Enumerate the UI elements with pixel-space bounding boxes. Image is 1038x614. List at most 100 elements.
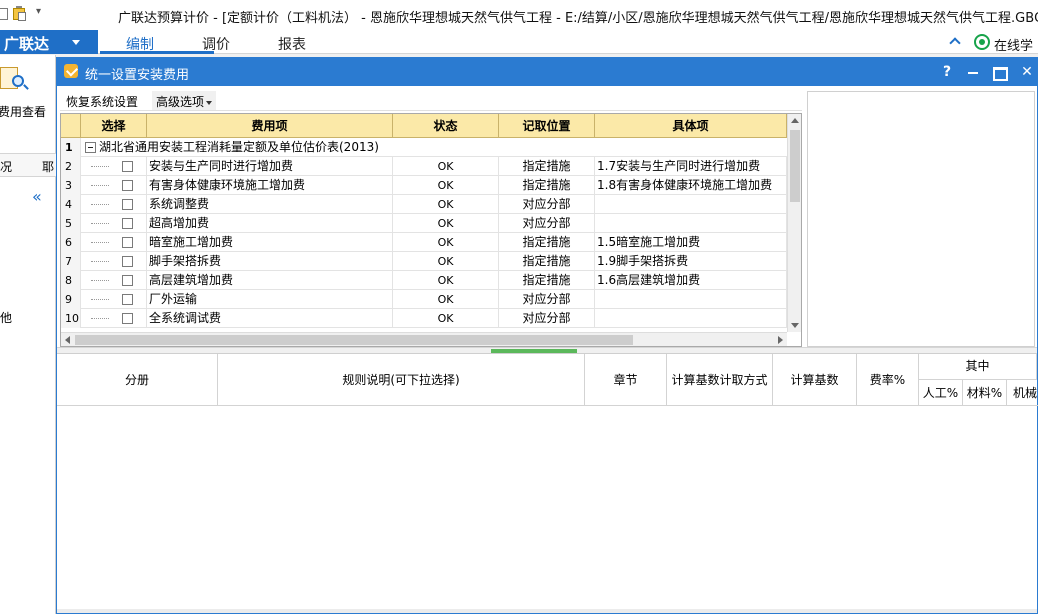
- select-checkbox[interactable]: [122, 313, 133, 324]
- fee-item-name[interactable]: 高层建筑增加费: [147, 271, 393, 290]
- header-rate[interactable]: 费率%: [857, 354, 919, 406]
- table-row[interactable]: 6 暗室施工增加费 OK 指定措施 1.5暗室施工增加费: [61, 233, 787, 252]
- table-group-row[interactable]: 1 湖北省通用安装工程消耗量定额及单位估价表(2013): [61, 138, 787, 157]
- maximize-button[interactable]: [989, 62, 1009, 82]
- specific-item-cell[interactable]: [595, 309, 787, 328]
- specific-item-cell[interactable]: [595, 214, 787, 233]
- help-button[interactable]: ?: [937, 62, 957, 82]
- tab-edit[interactable]: 编制: [126, 34, 154, 54]
- fee-item-name[interactable]: 有害身体健康环境施工增加费: [147, 176, 393, 195]
- left-other-label[interactable]: 他: [0, 309, 12, 326]
- header-record-position[interactable]: 记取位置: [499, 114, 595, 138]
- header-machine[interactable]: 机械: [1007, 380, 1038, 406]
- restore-defaults-button[interactable]: 恢复系统设置: [66, 93, 138, 110]
- specific-item-cell[interactable]: 1.5暗室施工增加费: [595, 233, 787, 252]
- window-title: 广联达预算计价 - [定额计价（工料机法） - 恩施欣华理想城天然气供气工程 -…: [118, 11, 1038, 26]
- table-row[interactable]: 9 厂外运输 OK 对应分部: [61, 290, 787, 309]
- record-position-cell[interactable]: 对应分部: [499, 290, 595, 309]
- header-select[interactable]: 选择: [81, 114, 147, 138]
- select-cell: [81, 309, 147, 328]
- select-checkbox[interactable]: [122, 237, 133, 248]
- tab-report[interactable]: 报表: [278, 34, 306, 54]
- fee-item-name[interactable]: 脚手架搭拆费: [147, 252, 393, 271]
- header-division[interactable]: 分册: [57, 354, 218, 406]
- minimize-button[interactable]: [963, 62, 983, 82]
- select-checkbox[interactable]: [122, 275, 133, 286]
- table-row[interactable]: 5 超高增加费 OK 对应分部: [61, 214, 787, 233]
- fee-items-table: 选择 费用项 状态 记取位置 具体项 1 湖北省通用安装工程消耗量定额及单位估价…: [60, 113, 802, 347]
- fee-item-name[interactable]: 全系统调试费: [147, 309, 393, 328]
- row-index: 6: [61, 233, 81, 252]
- record-position-cell[interactable]: 指定措施: [499, 252, 595, 271]
- specific-item-cell[interactable]: 1.9脚手架搭拆费: [595, 252, 787, 271]
- header-status[interactable]: 状态: [393, 114, 499, 138]
- scroll-down-icon[interactable]: [791, 323, 799, 328]
- close-button[interactable]: ✕: [1017, 62, 1037, 82]
- collapse-tree-icon[interactable]: [85, 142, 96, 153]
- online-learning-icon[interactable]: [974, 34, 990, 50]
- specific-item-cell[interactable]: 1.8有害身体健康环境施工增加费: [595, 176, 787, 195]
- row-index: 2: [61, 157, 81, 176]
- tab-price-adjust[interactable]: 调价: [202, 34, 230, 54]
- header-specific-item[interactable]: 具体项: [595, 114, 787, 138]
- record-position-cell[interactable]: 对应分部: [499, 309, 595, 328]
- fee-item-name[interactable]: 超高增加费: [147, 214, 393, 233]
- status-cell: OK: [393, 157, 499, 176]
- left-tab-second[interactable]: 耶: [42, 158, 54, 175]
- specific-item-cell[interactable]: [595, 290, 787, 309]
- table-row[interactable]: 2 安装与生产同时进行增加费 OK 指定措施 1.7安装与生产同时进行增加费: [61, 157, 787, 176]
- header-chapter[interactable]: 章节: [585, 354, 667, 406]
- select-checkbox[interactable]: [122, 199, 133, 210]
- table-row[interactable]: 10 全系统调试费 OK 对应分部: [61, 309, 787, 328]
- fee-item-name[interactable]: 厂外运输: [147, 290, 393, 309]
- record-position-cell[interactable]: 指定措施: [499, 176, 595, 195]
- left-panel: 费用查看 况 耶 « 他: [0, 55, 56, 614]
- fee-view-icon[interactable]: [0, 63, 30, 93]
- header-material[interactable]: 材料%: [963, 380, 1007, 406]
- fee-view-label[interactable]: 费用查看: [0, 103, 46, 120]
- header-fee-item[interactable]: 费用项: [147, 114, 393, 138]
- record-position-cell[interactable]: 对应分部: [499, 195, 595, 214]
- status-cell: OK: [393, 290, 499, 309]
- specific-item-cell[interactable]: 1.6高层建筑增加费: [595, 271, 787, 290]
- new-file-icon[interactable]: [0, 6, 10, 22]
- record-position-cell[interactable]: 指定措施: [499, 233, 595, 252]
- header-rule-description[interactable]: 规则说明(可下拉选择): [218, 354, 585, 406]
- scroll-right-icon[interactable]: [778, 336, 783, 344]
- specific-item-cell[interactable]: [595, 195, 787, 214]
- install-fee-dialog: 统一设置安装费用 ? ✕ 恢复系统设置 高级选项 选择 费用项 状态 记取位置 …: [56, 57, 1038, 614]
- vertical-scrollbar[interactable]: [787, 114, 801, 332]
- record-position-cell[interactable]: 指定措施: [499, 271, 595, 290]
- header-labor[interactable]: 人工%: [919, 380, 963, 406]
- specific-item-cell[interactable]: 1.7安装与生产同时进行增加费: [595, 157, 787, 176]
- left-tab-overview[interactable]: 况: [0, 158, 12, 175]
- record-position-cell[interactable]: 指定措施: [499, 157, 595, 176]
- table-row[interactable]: 7 脚手架搭拆费 OK 指定措施 1.9脚手架搭拆费: [61, 252, 787, 271]
- header-basis[interactable]: 计算基数: [773, 354, 857, 406]
- select-checkbox[interactable]: [122, 256, 133, 267]
- scrollbar-thumb[interactable]: [790, 130, 800, 202]
- table-row[interactable]: 3 有害身体健康环境施工增加费 OK 指定措施 1.8有害身体健康环境施工增加费: [61, 176, 787, 195]
- paste-icon[interactable]: [12, 6, 26, 22]
- advanced-options-button[interactable]: 高级选项: [152, 91, 217, 110]
- horizontal-scrollbar[interactable]: [61, 332, 787, 346]
- scroll-up-icon[interactable]: [791, 118, 799, 123]
- table-row[interactable]: 4 系统调整费 OK 对应分部: [61, 195, 787, 214]
- scroll-left-icon[interactable]: [65, 336, 70, 344]
- online-learning-label[interactable]: 在线学: [994, 35, 1033, 54]
- quick-access-dropdown-icon[interactable]: ▾: [36, 6, 50, 22]
- select-checkbox[interactable]: [122, 218, 133, 229]
- fee-item-name[interactable]: 系统调整费: [147, 195, 393, 214]
- header-basis-method[interactable]: 计算基数计取方式: [667, 354, 773, 406]
- brand-menu-button[interactable]: 广联达: [0, 30, 98, 54]
- fee-item-name[interactable]: 安装与生产同时进行增加费: [147, 157, 393, 176]
- scrollbar-thumb[interactable]: [75, 335, 633, 345]
- select-checkbox[interactable]: [122, 294, 133, 305]
- double-chevron-left-icon[interactable]: «: [32, 187, 42, 206]
- table-row[interactable]: 8 高层建筑增加费 OK 指定措施 1.6高层建筑增加费: [61, 271, 787, 290]
- select-checkbox[interactable]: [122, 180, 133, 191]
- record-position-cell[interactable]: 对应分部: [499, 214, 595, 233]
- fee-item-name[interactable]: 暗室施工增加费: [147, 233, 393, 252]
- select-checkbox[interactable]: [122, 161, 133, 172]
- collapse-ribbon-icon[interactable]: [950, 36, 960, 46]
